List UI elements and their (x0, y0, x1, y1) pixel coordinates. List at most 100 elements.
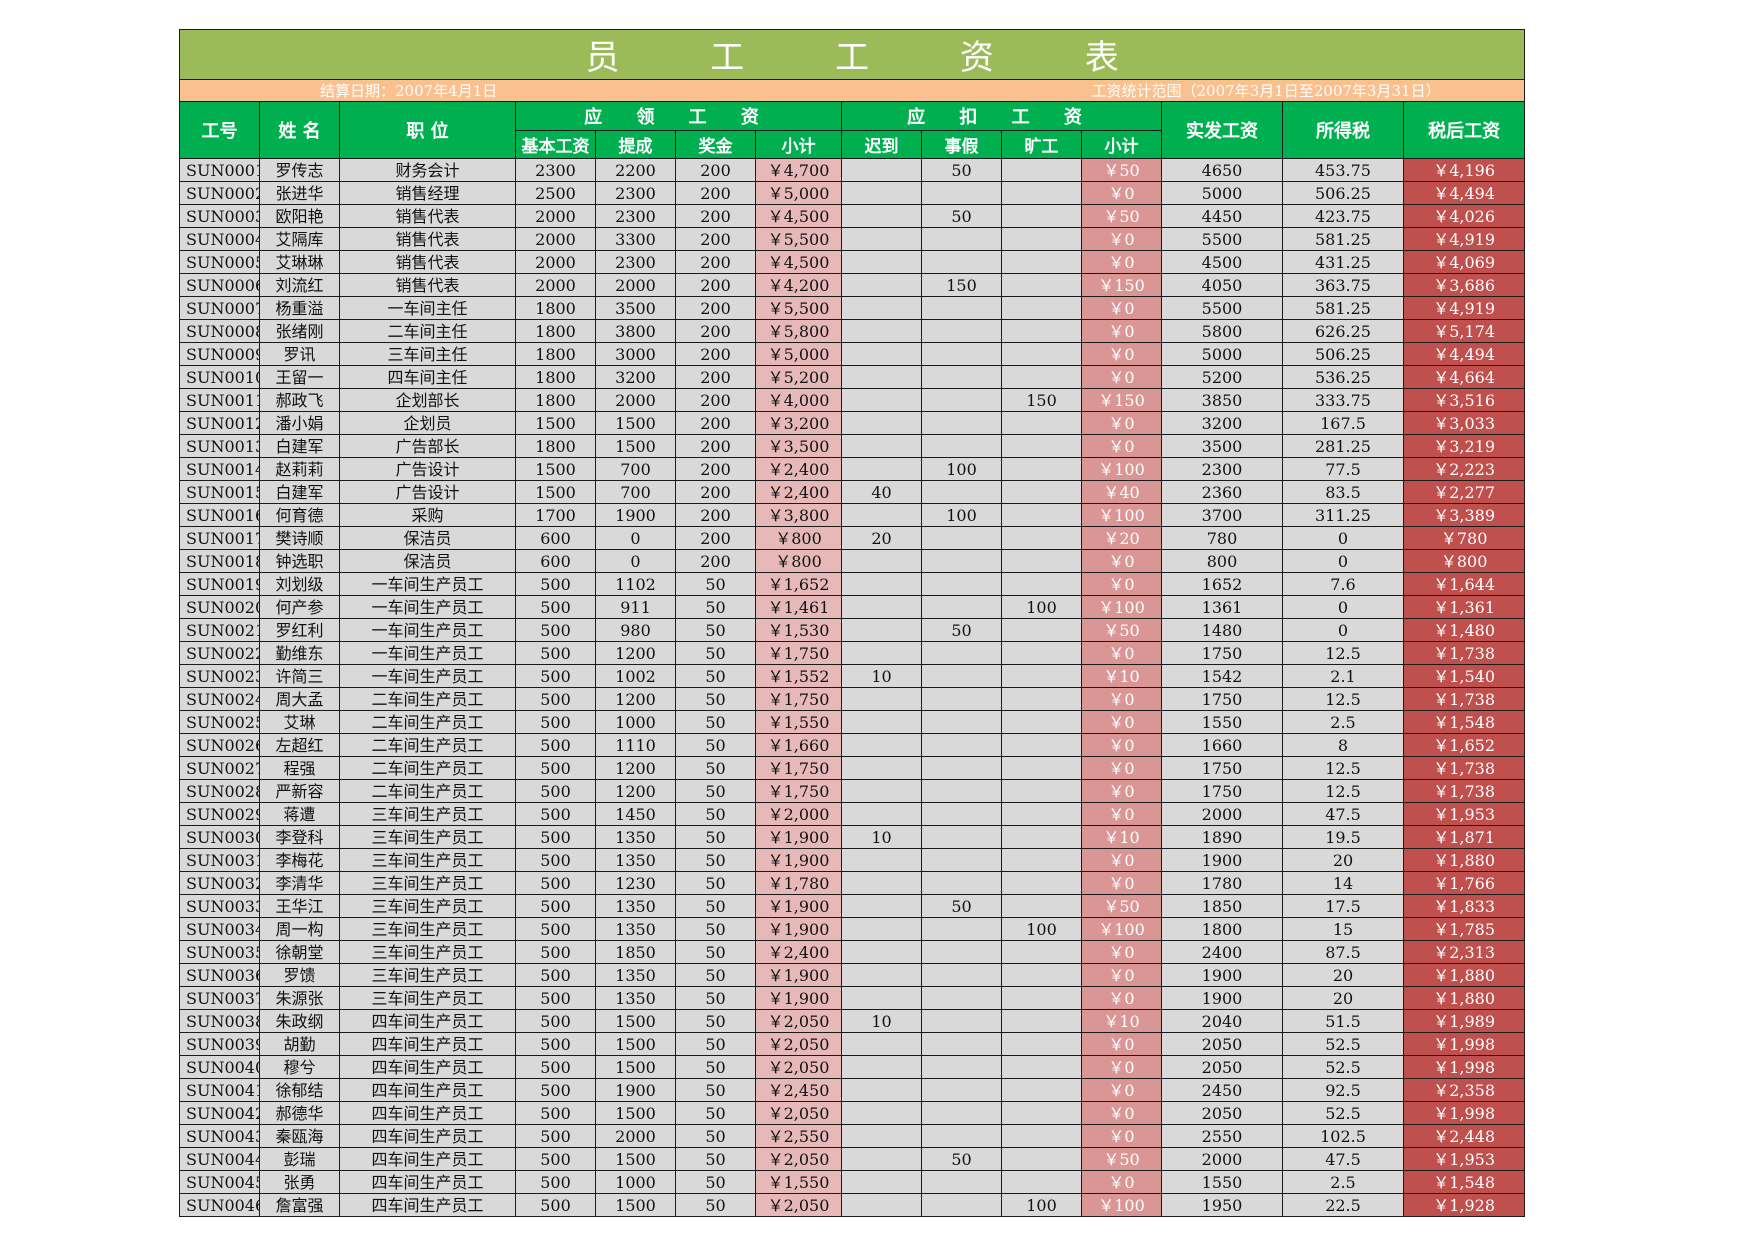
cell-absence[interactable] (1001, 158, 1082, 182)
cell-commission[interactable]: 3200 (595, 365, 676, 389)
cell-net-pay[interactable]: 1900 (1161, 986, 1283, 1010)
cell-late[interactable] (841, 411, 922, 435)
cell-late[interactable] (841, 1124, 922, 1148)
cell-position[interactable]: 四车间生产员工 (339, 1170, 516, 1194)
cell-id[interactable]: SUN0028 (179, 779, 260, 803)
cell-commission[interactable]: 2000 (595, 273, 676, 297)
cell-bonus[interactable]: 50 (675, 802, 756, 826)
cell-income-tax[interactable]: 52.5 (1282, 1055, 1404, 1079)
cell-absence[interactable] (1001, 986, 1082, 1010)
cell-commission[interactable]: 700 (595, 457, 676, 481)
cell-after-tax[interactable]: ￥3,389 (1402, 503, 1526, 527)
cell-name[interactable]: 罗传志 (259, 158, 340, 182)
cell-absence[interactable] (1001, 641, 1082, 665)
cell-personal-leave[interactable] (921, 1193, 1002, 1217)
cell-after-tax[interactable]: ￥1,785 (1402, 917, 1526, 941)
cell-bonus[interactable]: 200 (675, 342, 756, 366)
cell-base-salary[interactable]: 500 (515, 641, 596, 665)
cell-name[interactable]: 李梅花 (259, 848, 340, 872)
cell-after-tax[interactable]: ￥3,686 (1402, 273, 1526, 297)
cell-after-tax[interactable]: ￥1,998 (1402, 1055, 1526, 1079)
cell-bonus[interactable]: 50 (675, 825, 756, 849)
cell-after-tax[interactable]: ￥1,480 (1402, 618, 1526, 642)
cell-earnings-subtotal[interactable]: ￥1,750 (755, 756, 842, 780)
cell-commission[interactable]: 1350 (595, 917, 676, 941)
cell-personal-leave[interactable]: 50 (921, 1147, 1002, 1171)
cell-personal-leave[interactable] (921, 1170, 1002, 1194)
table-row[interactable]: SUN0003 欧阳艳 销售代表 2000 2300 200 ￥4,500 50 ￥50 4450… (179, 204, 1526, 228)
table-row[interactable]: SUN0011 郝政飞 企划部长 1800 2000 200 ￥4,000 150 ￥150 38… (179, 388, 1526, 412)
cell-net-pay[interactable]: 2050 (1161, 1032, 1283, 1056)
cell-earnings-subtotal[interactable]: ￥1,900 (755, 825, 842, 849)
cell-commission[interactable]: 1350 (595, 848, 676, 872)
cell-deductions-subtotal[interactable]: ￥0 (1081, 1055, 1162, 1079)
cell-commission[interactable]: 911 (595, 595, 676, 619)
cell-name[interactable]: 罗讯 (259, 342, 340, 366)
cell-late[interactable] (841, 1055, 922, 1079)
cell-absence[interactable] (1001, 1101, 1082, 1125)
cell-base-salary[interactable]: 500 (515, 733, 596, 757)
cell-commission[interactable]: 1500 (595, 1193, 676, 1217)
cell-commission[interactable]: 1500 (595, 1032, 676, 1056)
cell-earnings-subtotal[interactable]: ￥5,800 (755, 319, 842, 343)
cell-name[interactable]: 刘流红 (259, 273, 340, 297)
cell-income-tax[interactable]: 363.75 (1282, 273, 1404, 297)
cell-deductions-subtotal[interactable]: ￥0 (1081, 572, 1162, 596)
cell-late[interactable]: 10 (841, 664, 922, 688)
cell-id[interactable]: SUN0012 (179, 411, 260, 435)
cell-net-pay[interactable]: 780 (1161, 526, 1283, 550)
cell-income-tax[interactable]: 52.5 (1282, 1032, 1404, 1056)
cell-absence[interactable] (1001, 1009, 1082, 1033)
cell-income-tax[interactable]: 333.75 (1282, 388, 1404, 412)
cell-id[interactable]: SUN0041 (179, 1078, 260, 1102)
cell-after-tax[interactable]: ￥1,738 (1402, 779, 1526, 803)
cell-earnings-subtotal[interactable]: ￥1,652 (755, 572, 842, 596)
cell-commission[interactable]: 1500 (595, 1101, 676, 1125)
cell-earnings-subtotal[interactable]: ￥1,900 (755, 917, 842, 941)
cell-base-salary[interactable]: 1800 (515, 342, 596, 366)
cell-name[interactable]: 许简三 (259, 664, 340, 688)
cell-position[interactable]: 一车间生产员工 (339, 618, 516, 642)
cell-income-tax[interactable]: 83.5 (1282, 480, 1404, 504)
cell-name[interactable]: 严新容 (259, 779, 340, 803)
table-row[interactable]: SUN0002 张进华 销售经理 2500 2300 200 ￥5,000 ￥0 5000 506… (179, 181, 1526, 205)
cell-late[interactable]: 10 (841, 825, 922, 849)
cell-absence[interactable] (1001, 825, 1082, 849)
cell-after-tax[interactable]: ￥3,033 (1402, 411, 1526, 435)
table-row[interactable]: SUN0028 严新容 二车间生产员工 500 1200 50 ￥1,750 ￥0 1750 12… (179, 779, 1526, 803)
cell-bonus[interactable]: 200 (675, 181, 756, 205)
cell-bonus[interactable]: 50 (675, 940, 756, 964)
header-name[interactable]: 姓 名 (259, 101, 340, 159)
cell-name[interactable]: 潘小娟 (259, 411, 340, 435)
cell-earnings-subtotal[interactable]: ￥3,800 (755, 503, 842, 527)
cell-bonus[interactable]: 200 (675, 319, 756, 343)
cell-after-tax[interactable]: ￥4,069 (1402, 250, 1526, 274)
cell-bonus[interactable]: 50 (675, 986, 756, 1010)
cell-income-tax[interactable]: 506.25 (1282, 181, 1404, 205)
cell-net-pay[interactable]: 1550 (1161, 710, 1283, 734)
cell-base-salary[interactable]: 500 (515, 1124, 596, 1148)
cell-personal-leave[interactable] (921, 365, 1002, 389)
cell-earnings-subtotal[interactable]: ￥2,400 (755, 480, 842, 504)
cell-id[interactable]: SUN0014 (179, 457, 260, 481)
cell-position[interactable]: 三车间生产员工 (339, 825, 516, 849)
cell-base-salary[interactable]: 500 (515, 871, 596, 895)
cell-personal-leave[interactable] (921, 710, 1002, 734)
header-position[interactable]: 职 位 (339, 101, 516, 159)
cell-absence[interactable] (1001, 894, 1082, 918)
cell-earnings-subtotal[interactable]: ￥2,400 (755, 940, 842, 964)
cell-name[interactable]: 胡勤 (259, 1032, 340, 1056)
cell-position[interactable]: 广告设计 (339, 457, 516, 481)
cell-name[interactable]: 郝政飞 (259, 388, 340, 412)
cell-absence[interactable] (1001, 963, 1082, 987)
cell-after-tax[interactable]: ￥4,026 (1402, 204, 1526, 228)
cell-bonus[interactable]: 50 (675, 1078, 756, 1102)
cell-absence[interactable] (1001, 871, 1082, 895)
cell-id[interactable]: SUN0021 (179, 618, 260, 642)
cell-earnings-subtotal[interactable]: ￥1,550 (755, 710, 842, 734)
cell-late[interactable]: 20 (841, 526, 922, 550)
cell-personal-leave[interactable] (921, 296, 1002, 320)
cell-id[interactable]: SUN0040 (179, 1055, 260, 1079)
cell-after-tax[interactable]: ￥1,989 (1402, 1009, 1526, 1033)
cell-bonus[interactable]: 200 (675, 273, 756, 297)
